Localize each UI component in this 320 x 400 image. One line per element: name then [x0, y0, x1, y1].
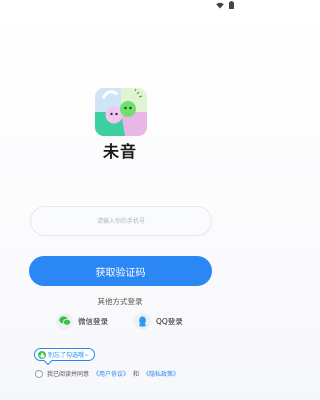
agreement-prefix: 我已阅读并同意 — [47, 371, 90, 378]
agreement-row: 我已阅读并同意 《用户协议》 和 《隐私政策》 — [35, 369, 179, 378]
wechat-login-button[interactable]: 微信登录 — [56, 312, 108, 330]
agreement-and: 和 — [133, 371, 140, 378]
check-reminder-tooltip: 别忘了勾选哦~ — [34, 348, 96, 361]
qq-login-button[interactable]: QQ登录 — [134, 312, 183, 330]
other-login-label: 其他方式登录 — [97, 297, 143, 306]
qq-icon — [134, 312, 151, 330]
phone-field[interactable] — [30, 206, 212, 236]
agree-checkbox[interactable] — [35, 369, 43, 378]
wifi-icon — [216, 2, 224, 9]
user-agreement-link[interactable]: 《用户协议》 — [93, 369, 129, 378]
privacy-policy-link[interactable]: 《隐私政策》 — [143, 369, 179, 378]
wechat-icon — [56, 312, 73, 330]
wechat-login-label: 微信登录 — [78, 316, 108, 326]
status-bar — [0, 0, 240, 10]
phone-input[interactable] — [31, 207, 211, 235]
app-logo — [95, 88, 147, 136]
get-code-button[interactable]: 获取验证码 — [29, 256, 212, 286]
qq-login-label: QQ登录 — [156, 316, 183, 326]
app-name: 未音 — [102, 142, 137, 161]
thumbs-up-icon — [38, 350, 46, 359]
check-reminder-text: 别忘了勾选哦~ — [48, 352, 90, 359]
status-icons — [216, 1, 234, 9]
battery-icon — [229, 1, 234, 9]
